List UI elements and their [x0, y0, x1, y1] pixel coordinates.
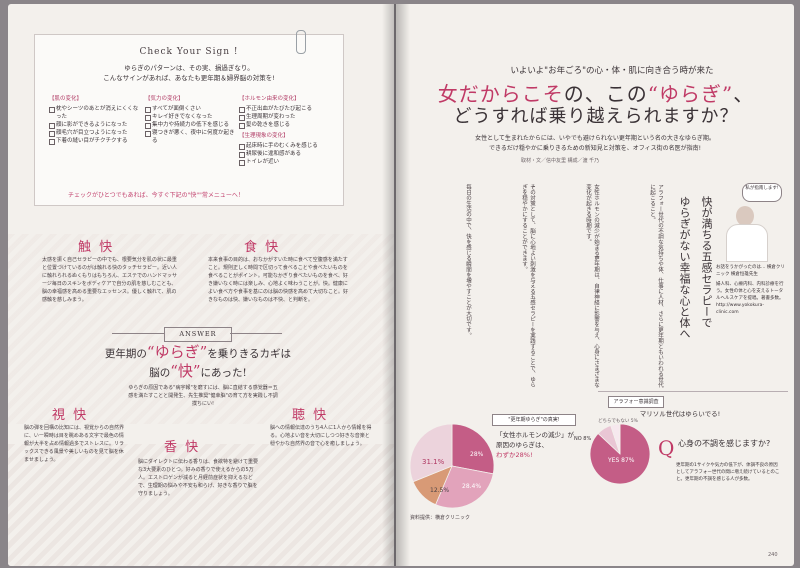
pie-value-label: 28%	[470, 451, 484, 458]
checkbox-item[interactable]: 不正出血がたびたび起こる	[239, 105, 335, 113]
doctor-caption: お話をうかがったのは… 横倉クリニック 横倉恒雄先生 婦人科、心療内科、内科診療…	[716, 265, 785, 315]
article-lede: 女性として生まれたからには、いやでも避けられない更年期という名の大きなゆらぎ期。…	[475, 135, 715, 152]
section-body-sight: 脳の弾を回構の比知には、視覚からの自然界に、いー瞬時は目を眺めある文字で最色の情…	[24, 425, 125, 463]
checkbox-item[interactable]: 顔に影ができるようになった	[49, 121, 139, 129]
checklist-column-energy: 【気力の変化】 すべてが面倒くさい キレイ好きでなくなった 集中力や持続力の低下…	[145, 96, 235, 145]
article-column: 女性ホルモンの減少が始まる更年期は、自律神経に影響を与え、心身にさまざまな変化が…	[585, 184, 599, 388]
section-title-sight: 視 快	[52, 408, 89, 423]
article-credit: 取材・文／信中友里 構成／渡 千乃	[521, 158, 600, 164]
checklist-footer: チェックがひとつでもあれば、今すぐ下記の"快""常メニューへ！	[68, 192, 244, 199]
section-body-scent: 脳にダイレクトに伝わる香りは、食欲特を避けて重要な3大要素のひとつ。好みの香りで…	[138, 459, 259, 497]
answer-note: ゆらぎの原因である"病宇報"を磨すには、脳に直結する感覚器＝五感を満たすことと開…	[128, 385, 278, 407]
checkbox-item[interactable]: すべてが面倒くさい	[145, 105, 235, 113]
pie-value-label: 31.1%	[422, 458, 445, 466]
answer-label: ANSWER	[164, 327, 232, 342]
doctor-photo-body	[726, 224, 768, 262]
truth-tag: "更年期ゆらぎ"の真実!	[492, 414, 576, 426]
checklist-column-skin: 【肌の変化】 枕やシーツのあとが消えにくくなった 顔に影ができるようになった 顔…	[49, 96, 139, 145]
pie-value-label: 12.5%	[430, 487, 449, 494]
survey-note: 更年期の1サイクや気力の低下が、体調不良の原因としてアラフォー世代の間に増え続け…	[676, 463, 780, 482]
section-body-hearing: 脳への情報伝達のうち4人に1人から情報を得る。心地よい音を大切にしつつ好きな音楽…	[270, 425, 372, 447]
truth-text: 「女性ホルモンの減少」が 原因のゆらぎは、 わずか28%!	[496, 431, 574, 459]
checklist-card: Check Your Sign ! ゆらぎのパターンは、その実、損過ぎなり。 こ…	[34, 34, 344, 206]
subheading-2: ゆらぎがない幸福な心と体へ	[678, 196, 691, 339]
magazine-spread: Check Your Sign ! ゆらぎのパターンは、その実、損過ぎなり。 こ…	[8, 4, 794, 566]
checkbox-item[interactable]: トイレが近い	[239, 158, 335, 166]
doctor-photo	[736, 206, 754, 226]
left-page: Check Your Sign ! ゆらぎのパターンは、その実、損過ぎなり。 こ…	[8, 4, 394, 566]
article-column: その対策として、脳に心地よい刺激を与える五感セラピーを実践することで、ゆらぎを穏…	[521, 184, 535, 388]
section-title-touch: 触 快	[78, 240, 115, 255]
survey-question: 心身の不調を感じますか?	[678, 439, 771, 448]
checkbox-item[interactable]: キレイ好きでなくなった	[145, 113, 235, 121]
question-mark: Q	[658, 436, 675, 460]
section-body-food: 本来食事の目的は、おなかがすいた時に食べて空腹感を満たすこと。規則正しく時間で区…	[208, 257, 349, 303]
checkbox-item[interactable]: 生理周期が変わった	[239, 113, 335, 121]
checkbox-item[interactable]: 顔毛穴が目立つようになった	[49, 129, 139, 137]
checklist-intro: ゆらぎのパターンは、その実、損過ぎなり。 こんなサインがあれば、あなたも更年期＆…	[103, 64, 275, 82]
pie-source: 資料提供：横倉クリニック	[410, 515, 471, 521]
divider	[112, 333, 164, 334]
checkbox-item[interactable]: 起床時に手のむくみを感じる	[239, 142, 335, 150]
checkbox-item[interactable]: 下着の縫い目がチクチクする	[49, 137, 139, 145]
survey-pie-chart: YES 87%	[589, 423, 651, 485]
survey-title: マリソル世代はゆらいでる!	[639, 410, 721, 418]
section-title-food: 食 快	[244, 240, 281, 255]
answer-headline: 更年期の“ゆらぎ”を乗りきるカギは 脳の“快”にあった!	[104, 343, 292, 380]
paperclip-icon	[296, 30, 306, 54]
survey-other-label: どちらでもない 5%	[598, 419, 638, 424]
subheading-1: 快が満ちる五感セラピーで	[700, 196, 713, 328]
article-column: アラフォー世代の不調な気持ちや体、仕事に人材、さらに更年期ともいわれる世代に起こ…	[649, 184, 663, 388]
checklist-column-hormone: 【ホルモン由来の変化】 不正出血がたびたび起こる 生理周期が変わった 髪の乾きを…	[239, 95, 335, 166]
cause-pie-chart: 28% 28.4% 12.5% 31.1%	[409, 423, 495, 509]
survey-yes-label: YES 87%	[607, 457, 635, 464]
right-page: いよいよ"お年ごろ"の心・体・肌に向き合う時が来た 女だからこその、この“ゆらぎ…	[396, 4, 794, 566]
section-body-touch: 太感を振く自己セラピーの中でも、根要気分を肌の状に最重と位置づけているのがは触れ…	[42, 257, 178, 303]
checkbox-item[interactable]: 集中力や持続力の低下を感じる	[145, 121, 235, 129]
book-gutter	[382, 4, 410, 566]
article-title-line2: どうすれば乗り越えられますか？	[453, 106, 739, 127]
truth-box: "更年期ゆらぎ"の真実! 「女性ホルモンの減少」が 原因のゆらぎは、 わずか28…	[492, 414, 576, 464]
doctor-profile: 私が指南します! お話をうかがったのは… 横倉クリニック 横倉恒雄先生 婦人科、…	[714, 180, 788, 350]
article-column: 毎日の生活の中で、快を感じる瞬間を増やすことが大切です。	[465, 184, 471, 338]
checkbox-item[interactable]: 髪の乾きを感じる	[239, 121, 335, 129]
page-number: 240	[768, 552, 778, 558]
section-title-scent: 香 快	[164, 440, 201, 455]
pie-value-label: 28.4%	[462, 483, 481, 490]
survey-tag: アラフォー意識調査	[608, 396, 664, 408]
divider	[230, 333, 282, 334]
survey-no-label: NO 8%	[574, 436, 592, 442]
divider	[598, 391, 788, 392]
section-title-hearing: 聴 快	[292, 408, 329, 423]
checkbox-item[interactable]: 枕やシーツのあとが消えにくくなった	[49, 105, 139, 121]
article-kicker: いよいよ"お年ごろ"の心・体・肌に向き合う時が来た	[510, 66, 714, 76]
speech-bubble: 私が指南します!	[742, 183, 782, 202]
pie-slice-0	[451, 423, 495, 475]
checkbox-item[interactable]: 寝つきが悪く、夜中に何度か起きる	[145, 129, 235, 145]
checkbox-item[interactable]: 耕尿後に違和感がある	[239, 150, 335, 158]
